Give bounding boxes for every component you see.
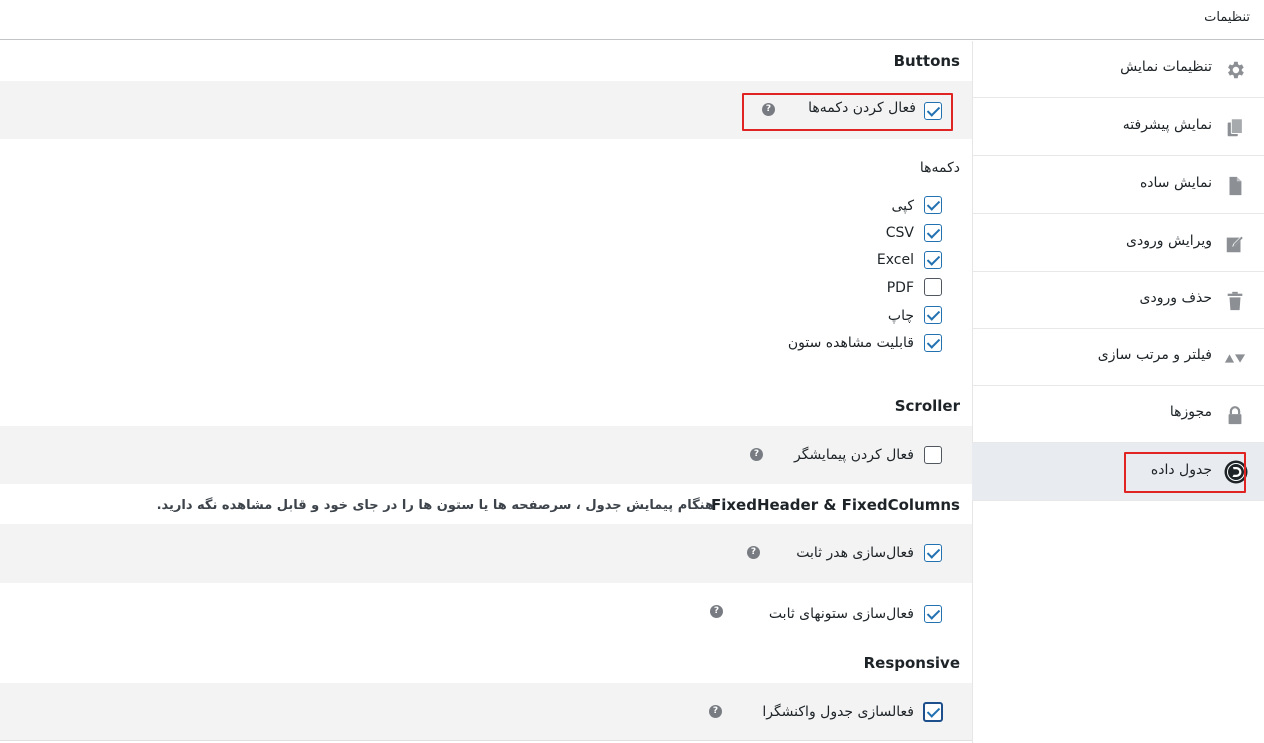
- sidebar-item-label: نمایش پیشرفته: [1122, 117, 1212, 133]
- sidebar-item-edit-entry[interactable]: ویرایش ورودی: [972, 215, 1264, 272]
- option-csv-label: CSV: [885, 225, 914, 241]
- gear-icon: [1224, 59, 1246, 81]
- responsive-checkbox[interactable]: [923, 702, 943, 722]
- option-print-label: چاپ: [887, 308, 914, 324]
- buttons-list-title: دکمه‌ها: [919, 160, 960, 176]
- sidebar-item-label: تنظیمات نمایش: [1120, 59, 1212, 75]
- option-copy-checkbox[interactable]: [924, 196, 942, 214]
- option-print-checkbox[interactable]: [924, 306, 942, 324]
- trash-icon: [1224, 290, 1246, 312]
- highlight-box: [1124, 452, 1246, 493]
- help-icon[interactable]: ?: [750, 448, 763, 461]
- scroller-section-title: Scroller: [894, 397, 960, 415]
- responsive-section-title: Responsive: [863, 654, 960, 672]
- fixed-header-row: فعال‌سازی هدر ثابت ?: [0, 524, 972, 583]
- settings-sidebar: تنظیمات نمایش نمایش پیشرفته نمایش ساده و…: [972, 41, 1264, 743]
- copy-icon: [1224, 117, 1246, 139]
- sidebar-item-simple-view[interactable]: نمایش ساده: [972, 157, 1264, 214]
- fixed-header-checkbox[interactable]: [924, 544, 942, 562]
- sidebar-item-label: حذف ورودی: [1139, 290, 1212, 306]
- document-icon: [1224, 175, 1246, 197]
- responsive-row: فعالسازی جدول واکنشگرا ?: [0, 683, 972, 741]
- page-title: تنظیمات: [1204, 10, 1250, 25]
- option-colvis-label: قابلیت مشاهده ستون: [787, 335, 914, 351]
- fixed-columns-checkbox[interactable]: [924, 605, 942, 623]
- fixed-header-label: فعال‌سازی هدر ثابت: [796, 545, 914, 561]
- enable-scroller-row: فعال کردن پیمایشگر ?: [0, 426, 972, 484]
- option-pdf-label: PDF: [886, 280, 914, 296]
- sidebar-item-label: ویرایش ورودی: [1126, 233, 1212, 249]
- sidebar-item-advanced-view[interactable]: نمایش پیشرفته: [972, 99, 1264, 156]
- help-icon[interactable]: ?: [709, 705, 722, 718]
- sidebar-item-filter-sort[interactable]: فیلتر و مرتب سازی: [972, 329, 1264, 386]
- fixed-section-title: FixedHeader & FixedColumns: [710, 496, 960, 514]
- sort-icon: [1224, 347, 1246, 369]
- sidebar-item-delete-entry[interactable]: حذف ورودی: [972, 272, 1264, 329]
- responsive-label: فعالسازی جدول واکنشگرا: [762, 704, 914, 720]
- option-excel-label: Excel: [876, 252, 914, 268]
- help-icon[interactable]: ?: [747, 546, 760, 559]
- lock-icon: [1224, 404, 1246, 426]
- option-csv-checkbox[interactable]: [924, 224, 942, 242]
- fixed-section-description: هنگام پیمایش جدول ، سرصفحه ها یا ستون ها…: [156, 498, 714, 513]
- help-icon[interactable]: ?: [710, 605, 723, 618]
- option-colvis-checkbox[interactable]: [924, 334, 942, 352]
- enable-scroller-label: فعال کردن پیمایشگر: [793, 447, 914, 463]
- highlight-box: [742, 93, 953, 131]
- option-copy-label: کپی: [891, 198, 914, 214]
- sidebar-item-display-settings[interactable]: تنظیمات نمایش: [972, 41, 1264, 98]
- option-pdf-checkbox[interactable]: [924, 278, 942, 296]
- sidebar-item-label: فیلتر و مرتب سازی: [1097, 347, 1212, 363]
- enable-scroller-checkbox[interactable]: [924, 446, 942, 464]
- edit-icon: [1224, 233, 1246, 255]
- sidebar-item-label: مجوزها: [1169, 404, 1212, 420]
- sidebar-item-label: نمایش ساده: [1139, 175, 1212, 191]
- divider: [0, 740, 972, 741]
- buttons-section-title: Buttons: [893, 52, 960, 70]
- top-bar: تنظیمات: [0, 0, 1264, 40]
- option-excel-checkbox[interactable]: [924, 251, 942, 269]
- fixed-columns-label: فعال‌سازی ستونهای ثابت: [768, 606, 914, 622]
- settings-panel: Buttons فعال کردن دکمه‌ها ? دکمه‌ها کپی …: [0, 41, 972, 743]
- sidebar-item-permissions[interactable]: مجوزها: [972, 386, 1264, 443]
